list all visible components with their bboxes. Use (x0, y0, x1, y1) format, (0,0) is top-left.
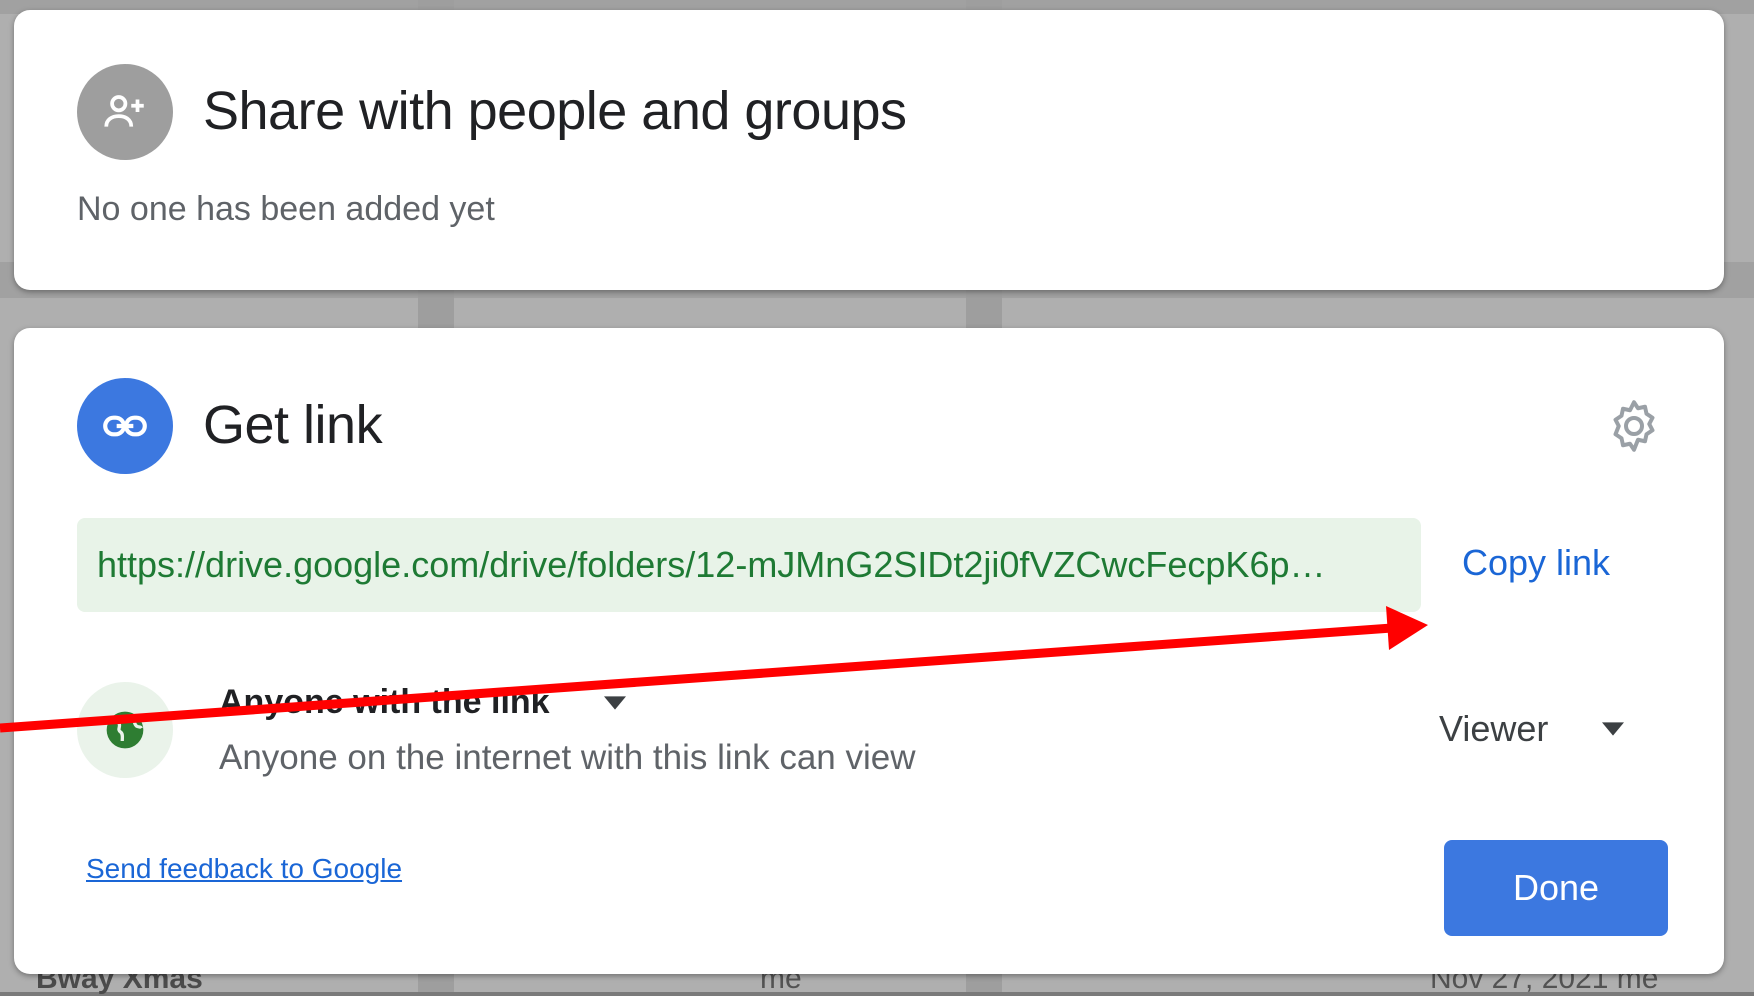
gear-icon[interactable] (1604, 396, 1664, 456)
share-subtitle: No one has been added yet (77, 190, 495, 228)
share-title: Share with people and groups (203, 81, 907, 141)
general-access-description: Anyone on the internet with this link ca… (219, 738, 916, 777)
person-add-icon (77, 64, 173, 160)
get-link-card: Get link https://drive.google.com/drive/… (14, 328, 1724, 974)
copy-link-button[interactable]: Copy link (1462, 542, 1610, 584)
globe-icon (77, 682, 173, 778)
caret-down-icon[interactable] (1602, 722, 1624, 736)
share-with-people-card: Share with people and groups No one has … (14, 10, 1724, 290)
link-url-text: https://drive.google.com/drive/folders/1… (97, 544, 1326, 585)
link-icon (77, 378, 173, 474)
general-access-dropdown[interactable]: Anyone with the link (219, 683, 550, 722)
role-dropdown[interactable]: Viewer (1439, 708, 1548, 750)
done-button[interactable]: Done (1444, 840, 1668, 936)
get-link-title: Get link (203, 395, 383, 455)
caret-down-icon[interactable] (604, 696, 626, 710)
link-url-field[interactable]: https://drive.google.com/drive/folders/1… (77, 518, 1421, 612)
send-feedback-link[interactable]: Send feedback to Google (86, 853, 402, 885)
